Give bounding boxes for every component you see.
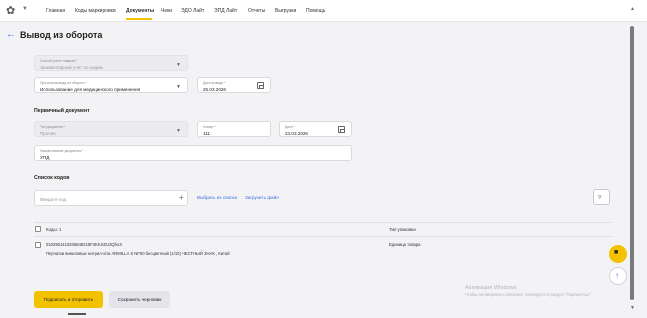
chevron-down-icon: ▼ [176, 84, 181, 90]
chat-icon: ■ [614, 249, 619, 256]
nav-item-receipts[interactable]: Чеки [161, 8, 172, 14]
withdrawal-reason-select[interactable]: Причина вывода из оборота * Использовани… [34, 77, 188, 93]
active-tab-indicator [126, 18, 152, 20]
upload-file-link[interactable]: Загрузить файл [245, 195, 279, 200]
plus-icon[interactable]: + [179, 194, 184, 202]
nav-item-home[interactable]: Главная [46, 8, 65, 14]
back-arrow-icon[interactable]: ← [6, 29, 16, 40]
accounting-method-select: Способ учета товаров * Экземплярный учет… [34, 55, 188, 71]
row-package-type: Единица товара [389, 242, 421, 247]
top-navigation-bar: ✿ ▼ Главная Коды маркировки Документы Че… [0, 0, 647, 22]
page-title: Вывод из оборота [20, 30, 103, 40]
sign-and-send-button[interactable]: Подписать и отправить [34, 291, 103, 308]
document-date-field[interactable]: Дата * 24.03.2026 [279, 121, 352, 137]
scroll-down-arrow-icon[interactable]: ▼ [630, 305, 635, 311]
nav-item-epd-lite[interactable]: ЭПД Лайт [214, 8, 237, 14]
nav-item-edo-lite[interactable]: ЭДО Лайт [181, 8, 204, 14]
calendar-icon[interactable] [338, 126, 345, 133]
calendar-icon[interactable] [257, 82, 264, 89]
bottom-edge [60, 313, 110, 318]
document-name-field[interactable]: Наименование документа * УПД [34, 145, 352, 161]
document-number-label: Номер * [203, 125, 216, 129]
withdrawal-reason-label: Причина вывода из оборота * [40, 81, 87, 85]
nav-item-documents[interactable]: Документы [126, 8, 154, 14]
nav-item-exports[interactable]: Выгрузки [275, 8, 296, 14]
filter-button[interactable]: ▿ [593, 189, 610, 205]
windows-activation-title: Активация Windows [465, 285, 517, 291]
select-all-checkbox[interactable] [35, 226, 41, 232]
withdrawal-reason-value: Использование для медицинского применени… [40, 86, 141, 92]
accounting-method-value: Экземплярный учет по кодам [40, 64, 103, 70]
document-date-label: Дата * [285, 125, 295, 129]
document-name-value: УПД [40, 154, 50, 160]
withdrawal-date-value: 25.03.2026 [203, 86, 226, 92]
accounting-method-label: Способ учета товаров * [40, 59, 78, 63]
row-code: 0102901410206848215F3KKSZU3QhoX [46, 242, 123, 247]
nav-item-reports[interactable]: Отчеты [248, 8, 265, 14]
chat-button[interactable]: ■ [609, 245, 627, 263]
primary-document-title: Первичный документ [34, 108, 90, 114]
code-input[interactable]: Введите код + [34, 190, 188, 206]
document-name-label: Наименование документа * [40, 149, 84, 153]
filter-icon: ▿ [598, 194, 602, 201]
document-number-field[interactable]: Номер * 111 [197, 121, 271, 137]
table-top-divider [34, 222, 612, 223]
lifebuoy-icon[interactable]: ✿ [6, 5, 20, 17]
nav-item-help[interactable]: Помощь [306, 8, 325, 14]
nav-item-marking-codes[interactable]: Коды маркировки [75, 8, 116, 14]
scroll-to-top-button[interactable]: ↑ [609, 267, 627, 285]
package-type-header: Тип упаковки [389, 227, 416, 232]
document-type-value: Прочее [40, 130, 56, 136]
code-input-placeholder: Введите код [40, 197, 67, 202]
select-from-list-link[interactable]: Выбрать из списка [197, 195, 237, 200]
chevron-down-icon[interactable]: ▼ [22, 6, 28, 12]
chevron-down-icon: ▼ [176, 128, 181, 134]
page-scrollbar[interactable] [630, 26, 634, 300]
document-date-value: 24.03.2026 [285, 130, 308, 136]
windows-activation-text: Чтобы активировать Windows, перейдите в … [465, 292, 592, 297]
document-type-select: Тип документа * Прочее ▼ [34, 121, 188, 137]
codes-list-title: Список кодов [34, 175, 70, 181]
withdrawal-date-field[interactable]: Дата вывода * 25.03.2026 [197, 77, 271, 93]
document-type-label: Тип документа * [40, 125, 66, 129]
withdrawal-date-label: Дата вывода * [203, 81, 226, 85]
row-checkbox[interactable] [35, 242, 41, 248]
table-header-divider [34, 236, 612, 237]
document-number-value: 111 [203, 130, 210, 136]
codes-count-header: Коды: 1 [46, 227, 62, 232]
scroll-up-arrow-icon[interactable]: ▲ [630, 6, 635, 12]
arrow-up-icon: ↑ [615, 271, 619, 280]
save-draft-button[interactable]: Сохранить черновик [109, 291, 170, 308]
row-description: Перчатки виниловые нитрил-х/эк ARMILLA S… [46, 251, 230, 256]
chevron-down-icon: ▼ [176, 62, 181, 68]
